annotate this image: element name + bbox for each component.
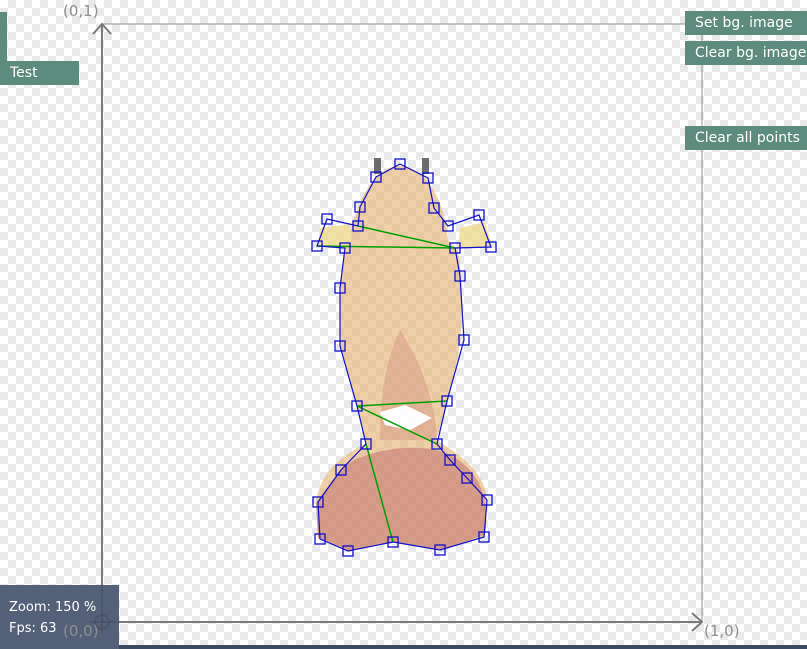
clear-all-points-button[interactable]: Clear all points bbox=[685, 126, 807, 150]
status-panel: Zoom: 150 % Fps: 63 bbox=[0, 585, 119, 649]
axis-label-top-left: (0,1) bbox=[63, 2, 99, 20]
set-bg-image-button[interactable]: Set bg. image bbox=[685, 11, 807, 35]
axis-label-origin: (0,0) bbox=[63, 622, 99, 640]
axis-label-bottom-right: (1,0) bbox=[704, 622, 740, 640]
zoom-readout: Zoom: 150 % bbox=[9, 600, 97, 615]
bottom-strip bbox=[119, 645, 807, 649]
clear-bg-image-button[interactable]: Clear bg. image bbox=[685, 41, 807, 65]
test-button[interactable]: Test bbox=[0, 61, 79, 85]
polygon-editor-canvas[interactable] bbox=[0, 0, 807, 649]
left-panel-tab[interactable] bbox=[0, 12, 7, 62]
